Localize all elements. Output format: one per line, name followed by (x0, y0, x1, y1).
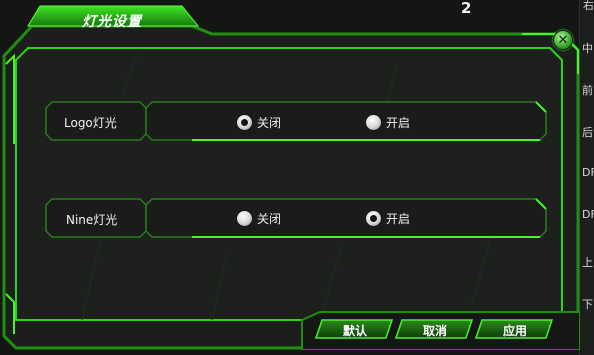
nine-light-label: Nine灯光 (66, 213, 118, 227)
logo-light-on-option[interactable]: 开启 (366, 114, 410, 131)
radio-label: 开启 (386, 212, 411, 226)
side-label: DF (582, 166, 594, 179)
logo-light-label: Logo灯光 (64, 116, 117, 130)
light-settings-dialog: 灯光设置 ✕ Logo灯光 关闭 开启 Nine灯光 关闭 开启 默认 取消 应… (2, 4, 580, 350)
side-label: DF (582, 208, 594, 221)
radio-label: 关闭 (257, 116, 282, 130)
nine-light-on-option[interactable]: 开启 (366, 210, 410, 227)
close-icon: ✕ (557, 32, 569, 48)
side-label: 中 (582, 42, 593, 55)
side-label: 后 (582, 126, 593, 139)
logo-light-off-option[interactable]: 关闭 (237, 114, 281, 131)
radio-button[interactable] (366, 211, 381, 226)
side-label: 上 (582, 256, 593, 269)
default-button[interactable]: 默认 (320, 320, 390, 340)
side-label-top: 右 (583, 0, 594, 12)
dialog-title: 灯光设置 (82, 14, 142, 30)
side-label: 下 (582, 298, 593, 311)
nine-light-off-option[interactable]: 关闭 (237, 210, 281, 227)
radio-button[interactable] (237, 115, 252, 130)
radio-label: 关闭 (257, 212, 282, 226)
side-label: 前 (582, 84, 593, 97)
apply-button[interactable]: 应用 (480, 320, 550, 340)
cancel-button[interactable]: 取消 (400, 320, 470, 340)
radio-label: 开启 (386, 116, 411, 130)
radio-button[interactable] (366, 115, 381, 130)
close-button[interactable]: ✕ (553, 30, 573, 50)
background-side-panel: 中 前 后 DF DF 上 下 (579, 0, 594, 355)
dialog-frame (2, 5, 580, 350)
radio-button[interactable] (237, 211, 252, 226)
